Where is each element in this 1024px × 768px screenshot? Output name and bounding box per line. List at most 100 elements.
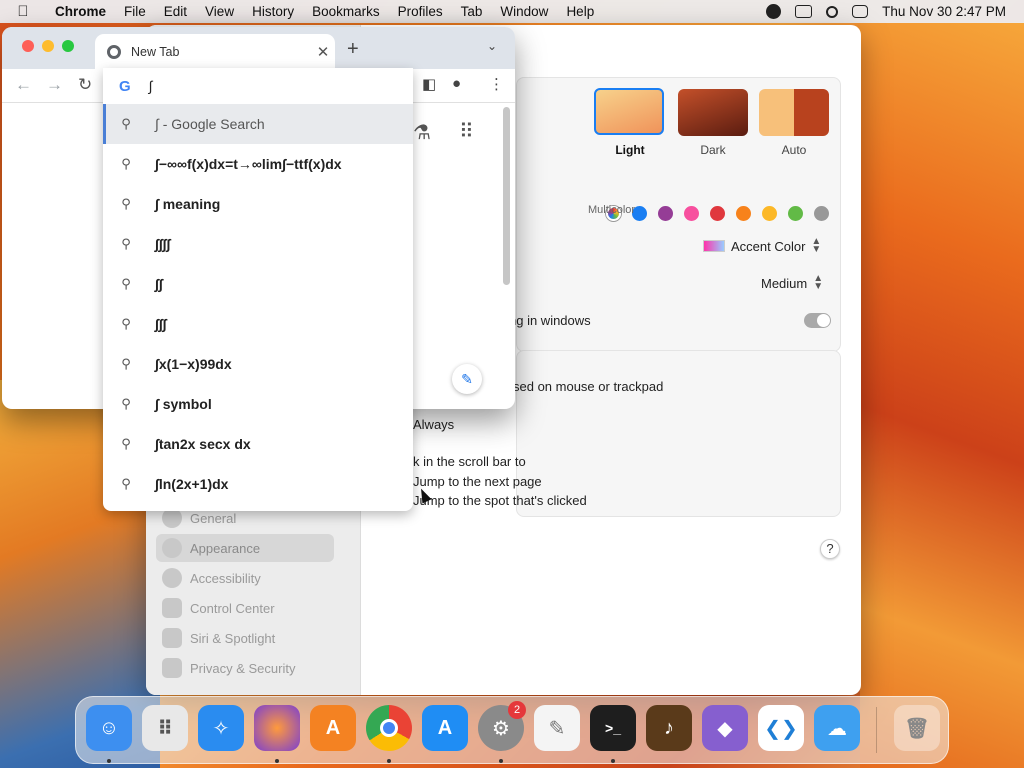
menu-file[interactable]: File	[115, 4, 155, 19]
menu-history[interactable]: History	[243, 4, 303, 19]
chevron-updown-icon: ▲ ▼	[811, 236, 822, 255]
suggestion-item[interactable]: ⚲ ∫ symbol	[103, 384, 413, 424]
suggestion-item[interactable]: ⚲ ∫∫∫∫	[103, 224, 413, 264]
jump-spot-option[interactable]: Jump to the spot that's clicked	[413, 493, 587, 508]
terminal-icon[interactable]: >_	[590, 705, 636, 751]
sidebar-item-accessibility[interactable]: Accessibility	[156, 564, 334, 592]
sidebar-item-privacy-security[interactable]: Privacy & Security	[156, 654, 334, 682]
sidebar-item-appearance[interactable]: Appearance	[156, 534, 334, 562]
side-panel-icon[interactable]: ◧	[422, 75, 436, 93]
customize-pencil-icon[interactable]: ✎	[452, 364, 482, 394]
zoom-window-button[interactable]	[62, 40, 74, 52]
app-menu[interactable]: Chrome	[46, 4, 115, 19]
launchpad-icon[interactable]: ⠿	[142, 705, 188, 751]
theme-auto-thumb[interactable]	[759, 89, 829, 136]
accessibility-icon	[162, 568, 182, 588]
google-g-icon: G	[119, 77, 131, 95]
sidebar-item-siri-spotlight[interactable]: Siri & Spotlight	[156, 624, 334, 652]
accent-pink-swatch[interactable]	[684, 206, 699, 221]
search-icon: ⚲	[121, 156, 131, 171]
textedit-icon[interactable]: ✎	[534, 705, 580, 751]
accent-graphite-swatch[interactable]	[814, 206, 829, 221]
notification-badge: 2	[508, 701, 526, 719]
focus-icon[interactable]	[766, 4, 782, 19]
finder-icon[interactable]: ☺	[86, 705, 132, 751]
vscode-icon[interactable]: ❮❯	[758, 705, 804, 751]
new-tab-icon[interactable]: +	[347, 38, 359, 61]
chrome-favicon-icon	[107, 44, 121, 59]
sidebar-item-label: General	[190, 510, 237, 526]
sidebar-icon-size-popup[interactable]: Medium ▲ ▼	[761, 274, 823, 292]
accent-yellow-swatch[interactable]	[762, 206, 777, 221]
suggestion-item[interactable]: ⚲ ∫∫	[103, 264, 413, 304]
accent-purple-swatch[interactable]	[658, 206, 673, 221]
apps-grid-icon[interactable]: ⠿	[459, 119, 474, 144]
reload-icon[interactable]: ↻	[78, 75, 92, 95]
menu-profiles[interactable]: Profiles	[389, 4, 452, 19]
sidebar-item-control-center[interactable]: Control Center	[156, 594, 334, 622]
jump-next-page-option[interactable]: Jump to the next page	[413, 474, 542, 489]
gear-icon	[162, 508, 182, 528]
close-tab-icon[interactable]: ✕	[311, 43, 335, 61]
hand-icon	[162, 658, 182, 678]
close-window-button[interactable]	[22, 40, 34, 52]
menu-tab[interactable]: Tab	[452, 4, 492, 19]
menu-view[interactable]: View	[196, 4, 243, 19]
running-indicator	[611, 759, 615, 763]
theme-dark-label: Dark	[700, 143, 726, 157]
always-option-label[interactable]: Always	[413, 417, 454, 432]
accent-red-swatch[interactable]	[710, 206, 725, 221]
sidebar-item-label: Privacy & Security	[190, 660, 296, 676]
suggestion-item[interactable]: ⚲ ∫ - Google Search	[103, 104, 413, 144]
help-button[interactable]: ?	[820, 539, 840, 559]
page-scrollbar[interactable]	[503, 107, 510, 285]
more-menu-icon[interactable]: ⋮	[489, 75, 504, 93]
profile-avatar-icon[interactable]: ●	[452, 75, 461, 92]
firefox-icon[interactable]	[254, 705, 300, 751]
screen-mirroring-icon[interactable]	[795, 5, 813, 18]
sidebar-item-label: Siri & Spotlight	[190, 630, 276, 646]
menu-bookmarks[interactable]: Bookmarks	[303, 4, 389, 19]
wallpaper-tinting-toggle[interactable]	[804, 313, 831, 328]
theme-light-thumb[interactable]	[594, 88, 664, 135]
suggestion-item[interactable]: ⚲ ∫ln(2x+1)dx	[103, 464, 413, 504]
suggestion-item[interactable]: ⚲ ∫∫∫	[103, 304, 413, 344]
menu-help[interactable]: Help	[557, 4, 603, 19]
chrome-icon[interactable]	[366, 705, 412, 751]
tab-search-chevron-icon[interactable]: ⌄	[487, 39, 497, 53]
trash-icon[interactable]: 🗑	[894, 705, 940, 751]
theme-dark-thumb[interactable]	[678, 89, 748, 136]
accent-orange-swatch[interactable]	[736, 206, 751, 221]
omnibox-value: ∫	[148, 78, 153, 94]
search-icon: ⚲	[121, 316, 131, 331]
menu-window[interactable]: Window	[491, 4, 557, 19]
suggestion-item[interactable]: ⚲ ∫tan2x secx dx	[103, 424, 413, 464]
labs-flask-icon[interactable]: ⚗	[413, 120, 431, 145]
highlight-color-popup[interactable]: Accent Color ▲ ▼	[703, 236, 822, 255]
menu-edit[interactable]: Edit	[155, 4, 196, 19]
avast-icon[interactable]: A	[310, 705, 356, 751]
tab-new-tab[interactable]: New Tab ✕	[95, 34, 335, 69]
control-center-icon	[162, 598, 182, 618]
apple-menu-icon[interactable]: 	[0, 3, 46, 20]
back-icon[interactable]: ←	[15, 75, 32, 95]
safari-icon[interactable]: ✧	[198, 705, 244, 751]
weather-icon[interactable]: ☁	[814, 705, 860, 751]
suggestion-item[interactable]: ⚲ ∫x(1−x)99dx	[103, 344, 413, 384]
sidebar-item-label: Control Center	[190, 600, 275, 616]
accent-green-swatch[interactable]	[788, 206, 803, 221]
minimize-window-button[interactable]	[42, 40, 54, 52]
menu-clock[interactable]: Thu Nov 30 2:47 PM	[882, 4, 1006, 19]
visual-studio-icon[interactable]: ◆	[702, 705, 748, 751]
app-store-icon[interactable]: A	[422, 705, 468, 751]
instruments-icon[interactable]: ♪	[646, 705, 692, 751]
omnibox-input[interactable]: G ∫	[103, 68, 413, 104]
control-center-icon[interactable]	[852, 5, 869, 18]
highlight-color-value: Accent Color	[731, 238, 806, 254]
search-icon: ⚲	[121, 276, 131, 291]
suggestion-item[interactable]: ⚲ ∫−∞∞f(x)dx=t→∞lim∫−ttf(x)dx	[103, 144, 413, 184]
spotlight-search-icon[interactable]	[826, 5, 839, 18]
suggestion-item[interactable]: ⚲ ∫ meaning	[103, 184, 413, 224]
menu-bar:  Chrome File Edit View History Bookmark…	[0, 0, 1024, 23]
forward-icon[interactable]: →	[46, 75, 63, 95]
